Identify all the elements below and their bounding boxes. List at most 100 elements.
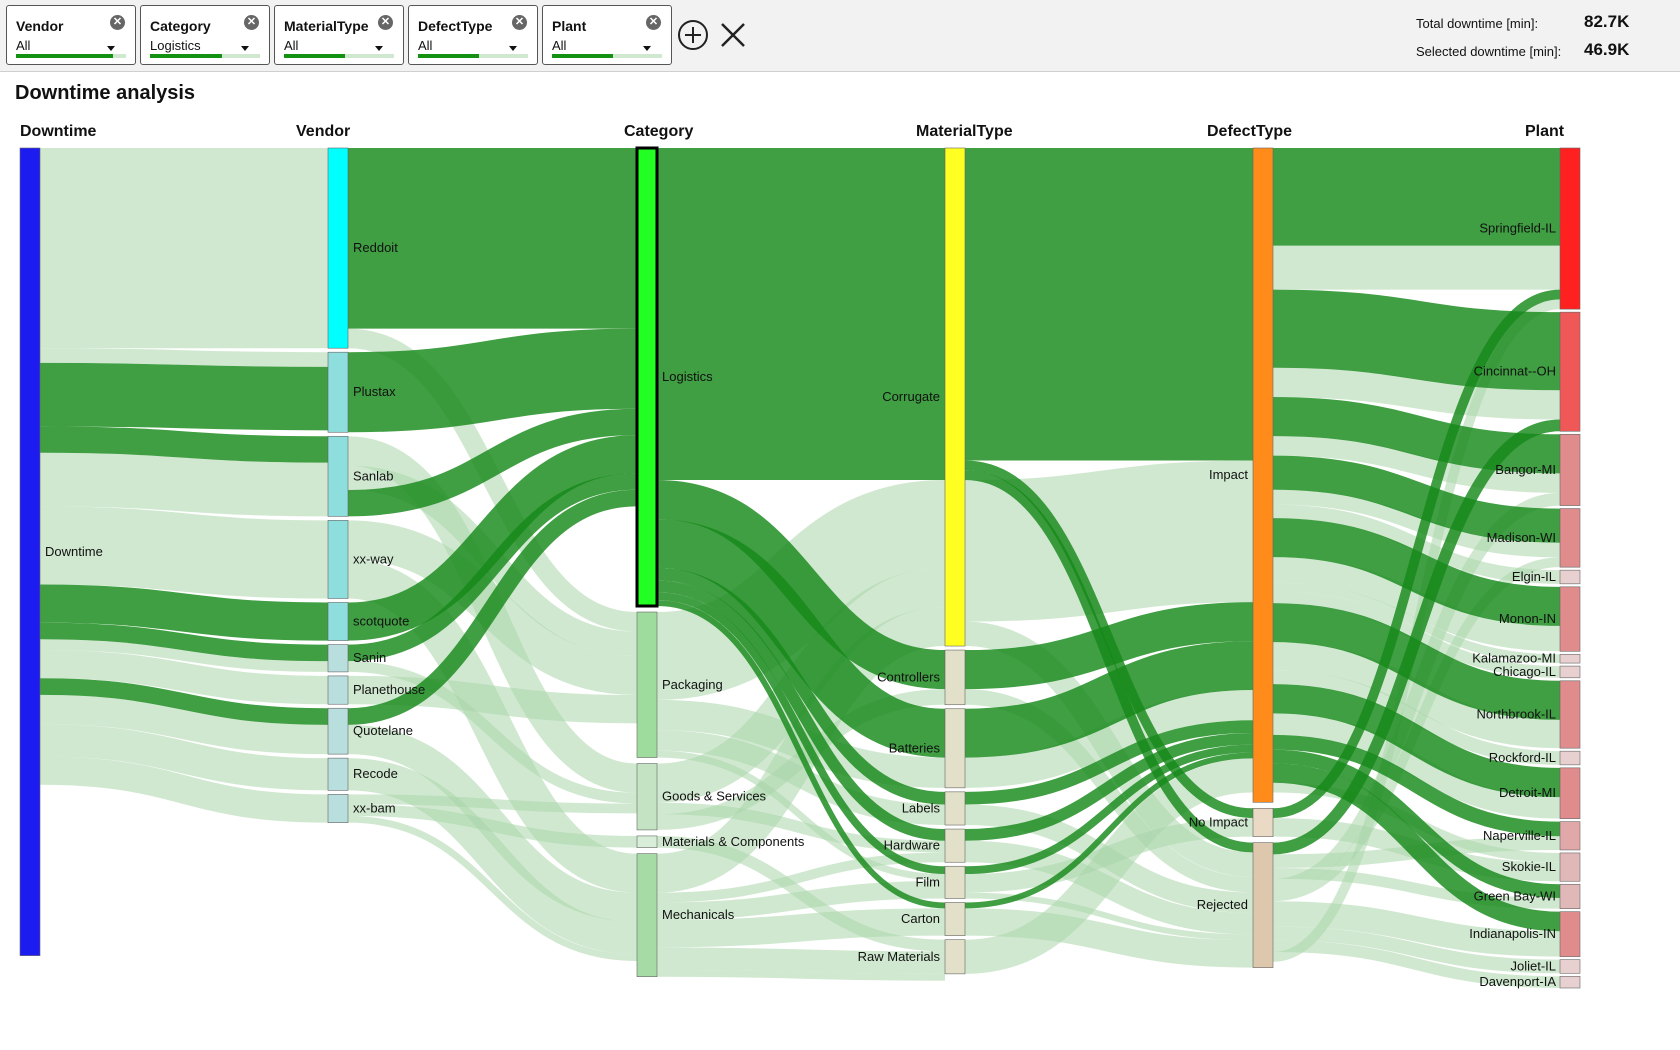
sankey-node[interactable]	[1559, 680, 1581, 749]
chevron-down-icon[interactable]	[107, 46, 115, 51]
sankey-node[interactable]	[636, 853, 658, 977]
sankey-node[interactable]	[1559, 750, 1581, 766]
filter-value[interactable]: All	[16, 38, 30, 53]
sankey-node[interactable]	[327, 520, 349, 599]
sankey-node[interactable]	[1559, 959, 1581, 974]
filter-name: Plant	[552, 18, 587, 34]
sankey-node[interactable]	[944, 708, 966, 789]
sankey-node-label: Corrugate	[882, 389, 940, 404]
sankey-node-label: Green Bay-WI	[1474, 888, 1556, 903]
sankey-node-label: Naperville-IL	[1483, 828, 1556, 843]
sankey-node[interactable]	[1559, 767, 1581, 819]
sankey-node-label: Elgin-IL	[1512, 569, 1556, 584]
filter-range-fill	[150, 54, 222, 58]
filter-vendor[interactable]: Vendor ✕ All	[6, 5, 136, 65]
sankey-node[interactable]	[944, 791, 966, 826]
remove-filter-icon[interactable]: ✕	[646, 15, 661, 30]
filter-value[interactable]: All	[284, 38, 298, 53]
sankey-node[interactable]	[327, 435, 349, 517]
sankey-node-label: Bangor-MI	[1495, 462, 1556, 477]
remove-filter-icon[interactable]: ✕	[110, 15, 125, 30]
sankey-link[interactable]	[1272, 289, 1561, 391]
sankey-node[interactable]	[19, 147, 41, 956]
sankey-node[interactable]	[944, 649, 966, 706]
page-title: Downtime analysis	[15, 82, 196, 104]
sankey-link[interactable]	[964, 460, 1254, 622]
sankey-node[interactable]	[1252, 842, 1274, 968]
sankey-links	[39, 147, 1561, 989]
sankey-node[interactable]	[1559, 508, 1581, 568]
chevron-down-icon[interactable]	[509, 46, 517, 51]
sankey-node-label: Northbrook-IL	[1477, 706, 1556, 721]
sankey-node[interactable]	[636, 835, 658, 848]
sankey-link[interactable]	[39, 584, 329, 641]
sankey-node-label: Cincinnat--OH	[1474, 364, 1556, 379]
filter-category[interactable]: Category ✕ Logistics	[140, 5, 270, 65]
sankey-node-label: Logistics	[662, 369, 713, 384]
sankey-node[interactable]	[1559, 147, 1581, 310]
sankey-node[interactable]	[636, 763, 658, 831]
sankey-node[interactable]	[1559, 975, 1581, 989]
sankey-node[interactable]	[1559, 852, 1581, 882]
filter-plant[interactable]: Plant ✕ All	[542, 5, 672, 65]
sankey-node-label: Batteries	[889, 740, 941, 755]
sankey-node[interactable]	[1559, 569, 1581, 585]
chevron-down-icon[interactable]	[643, 46, 651, 51]
sankey-node[interactable]	[1559, 311, 1581, 432]
filter-range-fill	[16, 54, 113, 58]
sankey-node-label: Skokie-IL	[1502, 859, 1556, 874]
filter-range-track	[150, 54, 260, 58]
chevron-down-icon[interactable]	[375, 46, 383, 51]
sankey-node[interactable]	[327, 602, 349, 641]
filter-value[interactable]: All	[418, 38, 432, 53]
sankey-node[interactable]	[1252, 147, 1274, 803]
remove-filter-icon[interactable]: ✕	[378, 15, 393, 30]
clear-filters-icon[interactable]	[717, 19, 749, 51]
add-filter-icon[interactable]	[677, 19, 709, 51]
filter-defecttype[interactable]: DefectType ✕ All	[408, 5, 538, 65]
sankey-node[interactable]	[944, 865, 966, 899]
remove-filter-icon[interactable]: ✕	[244, 15, 259, 30]
sankey-link[interactable]	[39, 348, 329, 367]
sankey-node[interactable]	[327, 707, 349, 755]
sankey-link[interactable]	[656, 969, 946, 981]
sankey-node[interactable]	[1559, 586, 1581, 652]
sankey-node[interactable]	[944, 828, 966, 863]
sankey-node-label: Madison-WI	[1487, 530, 1556, 545]
filter-materialtype[interactable]: MaterialType ✕ All	[274, 5, 404, 65]
sankey-node-label: Plustax	[353, 384, 396, 399]
sankey-link[interactable]	[39, 426, 329, 463]
sankey-node[interactable]	[327, 644, 349, 673]
sankey-link[interactable]	[39, 362, 329, 431]
sankey-node[interactable]	[327, 147, 349, 349]
sankey-node[interactable]	[327, 794, 349, 823]
sankey-node[interactable]	[944, 939, 966, 975]
sankey-link[interactable]	[39, 452, 329, 517]
filter-value[interactable]: All	[552, 38, 566, 53]
filter-name: MaterialType	[284, 18, 369, 34]
sankey-node[interactable]	[1559, 883, 1581, 909]
total-downtime-value: 82.7K	[1584, 12, 1630, 31]
sankey-node-label: Sanlab	[353, 468, 393, 483]
sankey-node-label: Joliet-IL	[1510, 958, 1556, 973]
filter-value[interactable]: Logistics	[150, 38, 201, 53]
sankey-node-label: xx-bam	[353, 801, 396, 816]
remove-filter-icon[interactable]: ✕	[512, 15, 527, 30]
sankey-node[interactable]	[1559, 821, 1581, 851]
sankey-node-label: Controllers	[877, 669, 940, 684]
sankey-node[interactable]	[636, 611, 658, 758]
sankey-node[interactable]	[1252, 808, 1274, 837]
sankey-chart: Downtime Reddoit Plustax Sanlab xx-way scotqu…	[19, 146, 1581, 989]
sankey-node[interactable]	[944, 902, 966, 936]
sankey-node[interactable]	[944, 147, 966, 647]
sankey-node[interactable]	[1559, 665, 1581, 679]
sankey-node[interactable]	[327, 351, 349, 433]
sankey-node[interactable]	[635, 146, 659, 608]
sankey-node-label: Springfield-IL	[1479, 221, 1556, 236]
sankey-node[interactable]	[327, 757, 349, 791]
chevron-down-icon[interactable]	[241, 46, 249, 51]
sankey-node[interactable]	[1559, 911, 1581, 957]
sankey-node[interactable]	[327, 675, 349, 705]
sankey-node[interactable]	[1559, 653, 1581, 664]
sankey-node[interactable]	[1559, 433, 1581, 506]
